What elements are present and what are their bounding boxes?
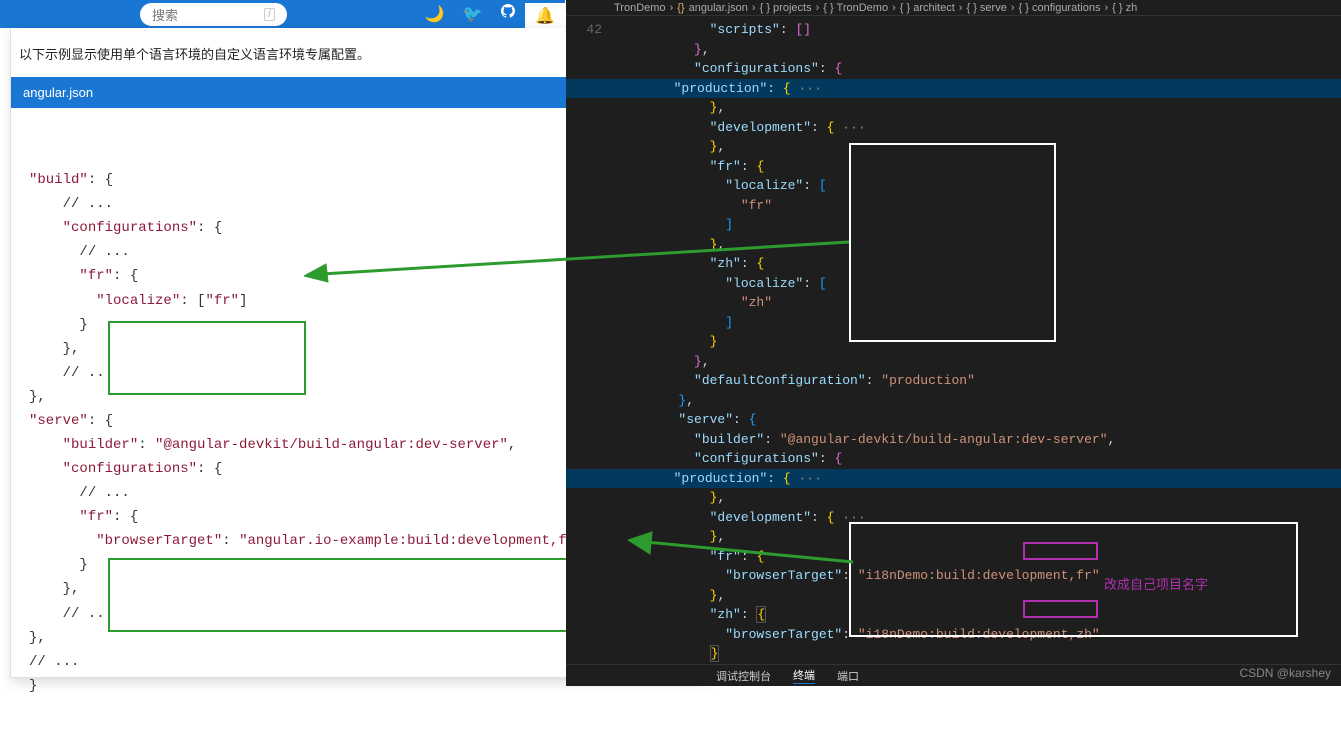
crumb[interactable]: { } projects [760,2,812,14]
tok: // ... [29,654,79,670]
search-placeholder: 搜索 [152,5,178,24]
terminal-tab-ports[interactable]: 端口 [837,668,859,684]
highlight-box-2 [108,558,642,632]
search-box[interactable]: 搜索 / [140,3,287,26]
doc-top-bar: 搜索 / 🌙 🐦 ▶ [0,0,555,28]
tok: // ... [63,606,113,622]
tok: "serve" [29,413,88,429]
watermark: CSDN @karshey [1239,666,1331,680]
code-tab-label: angular.json [23,85,93,100]
tok: "configurations" [63,220,197,236]
tok: "localize" [96,293,180,309]
terminal-tabs[interactable]: 调试控制台 终端 端口 [566,664,1341,686]
github-icon[interactable] [501,4,515,24]
crumb[interactable]: { } serve [966,2,1006,14]
crumb[interactable]: { } architect [900,2,955,14]
tok: // ... [63,365,113,381]
magenta-box-2 [1023,600,1098,618]
search-shortcut: / [264,8,275,21]
magenta-box-1 [1023,542,1098,560]
tok: "fr" [79,509,113,525]
crumb[interactable]: { } configurations [1019,2,1101,14]
tok: "@angular-devkit/build-angular:dev-serve… [155,437,508,453]
annotation-note: 改成自己项目名字 [1104,574,1208,593]
highlight-box-1 [108,321,306,395]
crumb[interactable]: angular.json [689,2,748,14]
notification-bell[interactable]: 🔔 [525,0,565,28]
vscode-panel: TronDemo › {}angular.json › { } projects… [566,0,1341,686]
tok: // ... [79,244,129,260]
tok: // ... [63,196,113,212]
tok: "angular.io-example:build:development,fr… [239,533,583,549]
tok: // ... [79,485,129,501]
arrow-1 [304,236,854,286]
crumb[interactable]: { } zh [1112,2,1137,14]
tok: "fr" [205,293,239,309]
terminal-tab-debug[interactable]: 调试控制台 [716,668,771,684]
twitter-icon[interactable]: 🐦 [463,4,483,24]
white-highlight-1 [849,143,1056,342]
crumb[interactable]: TronDemo [614,2,666,14]
white-highlight-2 [849,522,1298,637]
tok: "configurations" [63,461,197,477]
arrow-2 [628,530,858,570]
crumb[interactable]: { } TronDemo [823,2,888,14]
breadcrumb[interactable]: TronDemo › {}angular.json › { } projects… [566,0,1341,16]
tok: "build" [29,172,88,188]
tok: "builder" [63,437,139,453]
tok: "fr" [79,268,113,284]
moon-icon[interactable]: 🌙 [425,4,445,24]
tok: "browserTarget" [96,533,222,549]
terminal-tab-term[interactable]: 终端 [793,667,815,684]
line-number: 42 [566,20,616,40]
